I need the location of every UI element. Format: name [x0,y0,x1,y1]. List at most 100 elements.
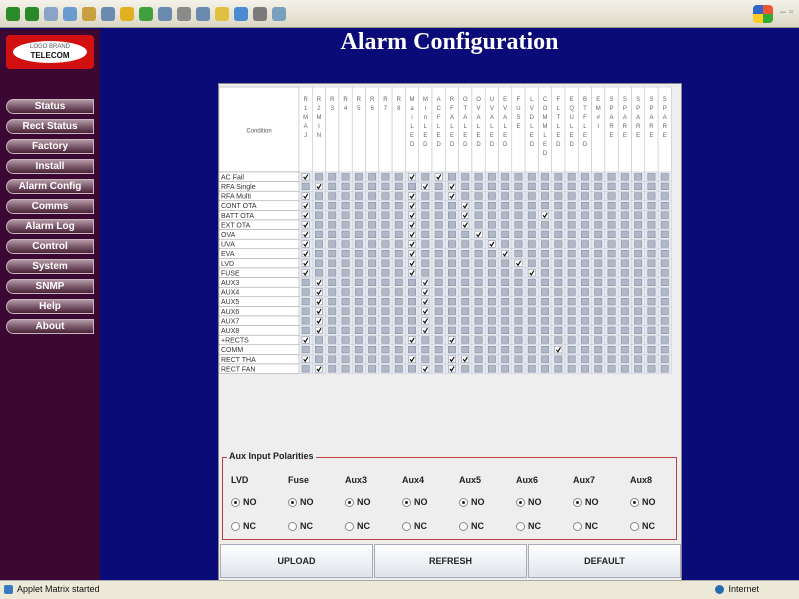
alarm-checkbox[interactable] [620,202,629,210]
messenger-icon[interactable] [234,6,248,21]
alarm-checkbox[interactable] [301,307,310,315]
alarm-checkbox[interactable] [328,365,337,373]
alarm-checkbox[interactable] [581,221,589,229]
alarm-checkbox[interactable] [554,307,563,315]
alarm-checkbox[interactable] [328,230,337,238]
alarm-checkbox[interactable] [341,259,350,267]
alarm-checkbox[interactable] [514,326,523,334]
alarm-checkbox[interactable] [541,259,549,267]
alarm-checkbox[interactable] [594,173,603,181]
alarm-checkbox[interactable] [660,336,669,344]
nc-radio[interactable] [345,522,354,531]
alarm-checkbox[interactable] [527,192,536,200]
alarm-checkbox[interactable] [541,317,549,325]
alarm-checkbox[interactable] [514,250,523,258]
nav-comms-button[interactable]: Comms [6,199,94,214]
alarm-checkbox[interactable] [634,230,643,238]
alarm-checkbox[interactable] [501,269,510,277]
alarm-checkbox[interactable] [647,250,656,258]
alarm-checkbox[interactable] [301,326,310,334]
alarm-checkbox[interactable] [421,259,430,267]
alarm-checkbox[interactable] [607,250,616,258]
alarm-checkbox[interactable] [660,298,669,306]
alarm-checkbox[interactable] [660,259,669,267]
alarm-checkbox[interactable] [448,269,456,277]
alarm-checkbox[interactable] [620,269,629,277]
alarm-checkbox[interactable] [554,269,563,277]
refresh-icon[interactable] [63,6,77,21]
alarm-checkbox[interactable] [647,173,656,181]
alarm-checkbox[interactable] [527,250,536,258]
alarm-checkbox[interactable] [634,240,643,248]
alarm-checkbox[interactable] [448,202,456,210]
nc-radio[interactable] [402,522,411,531]
alarm-checkbox[interactable] [434,346,443,354]
alarm-checkbox[interactable] [567,240,576,248]
alarm-checkbox[interactable] [487,307,496,315]
alarm-checkbox[interactable] [567,307,576,315]
alarm-checkbox[interactable] [474,336,483,344]
alarm-checkbox[interactable] [341,288,350,296]
alarm-checkbox[interactable] [514,221,523,229]
alarm-checkbox[interactable] [354,192,363,200]
alarm-checkbox[interactable] [408,317,416,325]
alarm-checkbox[interactable] [328,221,337,229]
alarm-checkbox[interactable] [381,355,390,363]
alarm-checkbox[interactable] [660,202,669,210]
alarm-checkbox[interactable] [620,288,629,296]
alarm-checkbox[interactable] [408,365,416,373]
alarm-checkbox[interactable] [554,230,563,238]
alarm-checkbox[interactable] [501,259,510,267]
alarm-checkbox[interactable] [394,230,403,238]
alarm-checkbox[interactable] [474,355,483,363]
alarm-checkbox[interactable] [567,250,576,258]
alarm-checkbox[interactable] [607,355,616,363]
alarm-checkbox[interactable] [434,307,443,315]
alarm-checkbox[interactable] [660,269,669,277]
alarm-checkbox[interactable] [527,346,536,354]
alarm-checkbox[interactable] [594,355,603,363]
alarm-checkbox[interactable] [660,230,669,238]
alarm-checkbox[interactable] [434,182,443,190]
alarm-checkbox[interactable] [634,355,643,363]
alarm-checkbox[interactable] [394,211,403,219]
alarm-checkbox[interactable] [341,182,350,190]
alarm-checkbox[interactable] [581,365,589,373]
alarm-checkbox[interactable] [354,230,363,238]
alarm-checkbox[interactable] [594,221,603,229]
alarm-checkbox[interactable] [581,269,589,277]
alarm-checkbox[interactable] [487,211,496,219]
nav-rect-status-button[interactable]: Rect Status [6,119,94,134]
alarm-checkbox[interactable] [620,298,629,306]
alarm-checkbox[interactable] [368,182,377,190]
alarm-checkbox[interactable] [487,326,496,334]
alarm-checkbox[interactable] [328,307,337,315]
alarm-checkbox[interactable] [394,365,403,373]
alarm-checkbox[interactable] [341,173,350,181]
alarm-checkbox[interactable] [660,182,669,190]
alarm-checkbox[interactable] [581,211,589,219]
alarm-checkbox[interactable] [341,336,350,344]
alarm-checkbox[interactable] [448,230,456,238]
alarm-checkbox[interactable] [647,326,656,334]
alarm-checkbox[interactable] [408,298,416,306]
alarm-checkbox[interactable] [660,211,669,219]
alarm-checkbox[interactable] [647,317,656,325]
no-radio[interactable] [231,498,240,507]
alarm-checkbox[interactable] [354,336,363,344]
alarm-checkbox[interactable] [527,298,536,306]
alarm-checkbox[interactable] [434,211,443,219]
alarm-checkbox[interactable] [315,346,323,354]
alarm-checkbox[interactable] [567,230,576,238]
alarm-checkbox[interactable] [474,307,483,315]
print-icon[interactable] [177,6,191,21]
alarm-checkbox[interactable] [541,298,549,306]
alarm-checkbox[interactable] [421,192,430,200]
nav-help-button[interactable]: Help [6,299,94,314]
alarm-checkbox[interactable] [501,221,510,229]
alarm-checkbox[interactable] [514,317,523,325]
alarm-checkbox[interactable] [354,250,363,258]
alarm-checkbox[interactable] [487,355,496,363]
alarm-checkbox[interactable] [381,317,390,325]
alarm-checkbox[interactable] [301,288,310,296]
